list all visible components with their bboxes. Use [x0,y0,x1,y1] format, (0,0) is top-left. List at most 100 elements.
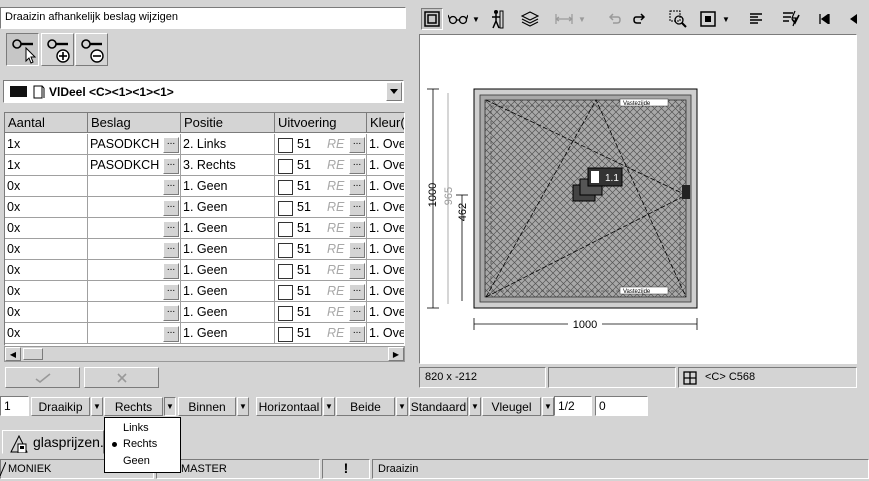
type-dropdown[interactable]: Draaikip [31,397,90,416]
direction-dropdown[interactable]: Binnen [178,397,236,416]
browse-button[interactable]: ... [349,284,365,300]
cell-positie[interactable]: 1. Geen [181,302,275,323]
cell-uitvoering[interactable]: ... 51 RE [275,197,367,218]
mode-select-button[interactable] [6,33,39,66]
cell-uitvoering[interactable]: ... 51 RE [275,281,367,302]
browse-button[interactable]: ... [163,221,179,237]
cell-uitvoering[interactable]: ... 51 RE [275,218,367,239]
drawing-canvas[interactable]: Vastezijde Vastezijde 1.1 1000 1000 965 … [419,34,857,364]
browse-button[interactable]: ... [163,158,179,174]
cell-positie[interactable]: 3. Rechts [181,155,275,176]
browse-button[interactable]: ... [163,200,179,216]
cell-aantal[interactable]: 1x [5,134,88,155]
browse-button[interactable]: ... [349,242,365,258]
horizontal-scrollbar[interactable]: ◀ ▶ [4,346,405,362]
color-checkbox[interactable] [278,201,293,216]
color-checkbox[interactable] [278,264,293,279]
side-dropdown-arrow[interactable]: ▼ [164,397,176,416]
scroll-left-button[interactable]: ◀ [5,347,21,361]
count-field[interactable]: 1 [0,396,29,416]
cell-aantal[interactable]: 0x [5,281,88,302]
frame-view-button[interactable] [421,8,443,30]
fraction-field[interactable]: 1/2 [554,396,592,416]
table-row[interactable]: 1x PASODKCH... 3. Rechts... 51 RE 1. Ove [5,155,404,176]
browse-button[interactable]: ... [349,179,365,195]
cell-aantal[interactable]: 0x [5,260,88,281]
cell-beslag[interactable]: ... [88,197,181,218]
cell-kleur[interactable]: 1. Ove [367,281,404,302]
cell-positie[interactable]: 1. Geen [181,218,275,239]
popup-item-rechts[interactable]: Rechts [123,438,157,450]
cell-uitvoering[interactable]: ... 51 RE [275,260,367,281]
cell-uitvoering[interactable]: ... 51 RE [275,155,367,176]
table-row[interactable]: 0x... 1. Geen... 51 RE 1. Ove [5,176,404,197]
cell-positie[interactable]: 2. Links [181,134,275,155]
cell-kleur[interactable]: 1. Ove [367,197,404,218]
browse-button[interactable]: ... [349,200,365,216]
cell-positie[interactable]: 1. Geen [181,260,275,281]
browse-button[interactable]: ... [163,326,179,342]
zoom-area-button[interactable] [667,8,689,30]
color-checkbox[interactable] [278,180,293,195]
table-row[interactable]: 1x PASODKCH... 2. Links... 51 RE 1. Ove [5,134,404,155]
checklist-button[interactable] [779,8,803,30]
cell-kleur[interactable]: 1. Ove [367,155,404,176]
scroll-thumb[interactable] [23,348,43,360]
cell-beslag[interactable]: ... [88,302,181,323]
center-dropdown-arrow[interactable]: ▼ [721,8,731,30]
table-row[interactable]: 0x... 1. Geen... 51 RE 1. Ove [5,218,404,239]
cell-positie[interactable]: 1. Geen [181,197,275,218]
color-checkbox[interactable] [278,306,293,321]
cell-kleur[interactable]: 1. Ove [367,218,404,239]
browse-button[interactable]: ... [349,158,365,174]
cell-beslag[interactable]: PASODKCH... [88,155,181,176]
cell-positie[interactable]: 1. Geen [181,176,275,197]
cell-positie[interactable]: 1. Geen [181,239,275,260]
cell-kleur[interactable]: 1. Ove [367,176,404,197]
ok-button[interactable] [5,367,80,388]
sash-dropdown[interactable]: Vleugel [482,397,541,416]
warning-icon[interactable]: ! [322,459,370,479]
cell-aantal[interactable]: 0x [5,323,88,344]
person-scale-button[interactable] [485,8,507,30]
color-checkbox[interactable] [278,222,293,237]
browse-button[interactable]: ... [349,326,365,342]
table-row[interactable]: 0x... 1. Geen... 51 RE 1. Ove [5,302,404,323]
cell-uitvoering[interactable]: ... 51 RE [275,302,367,323]
standard-dropdown-arrow[interactable]: ▼ [469,397,481,416]
element-selector[interactable]: VlDeel <C><1><1><1> [3,80,404,103]
browse-button[interactable]: ... [163,242,179,258]
table-row[interactable]: 0x... 1. Geen... 51 RE 1. Ove [5,197,404,218]
type-dropdown-arrow[interactable]: ▼ [91,397,103,416]
align-button[interactable] [745,8,767,30]
cell-kleur[interactable]: 1. Ove [367,323,404,344]
standard-dropdown[interactable]: Standaard [409,397,468,416]
cell-aantal[interactable]: 1x [5,155,88,176]
redo-button[interactable] [629,8,651,30]
mode-add-button[interactable] [41,33,74,66]
previous-button[interactable] [845,8,861,30]
sash-dropdown-arrow[interactable]: ▼ [542,397,554,416]
both-dropdown-arrow[interactable]: ▼ [396,397,408,416]
cell-uitvoering[interactable]: ... 51 RE [275,239,367,260]
cell-beslag[interactable]: ... [88,176,181,197]
table-row[interactable]: 0x... 1. Geen... 51 RE 1. Ove [5,323,404,344]
table-row[interactable]: 0x... 1. Geen... 51 RE 1. Ove [5,260,404,281]
layers-button[interactable] [519,8,541,30]
both-dropdown[interactable]: Beide [336,397,395,416]
mode-remove-button[interactable] [75,33,108,66]
cell-beslag[interactable]: ... [88,260,181,281]
center-view-button[interactable] [697,8,719,30]
undo-button[interactable] [603,8,625,30]
browse-button[interactable]: ... [349,221,365,237]
cell-positie[interactable]: 1. Geen [181,323,275,344]
cell-aantal[interactable]: 0x [5,239,88,260]
browse-button[interactable]: ... [163,179,179,195]
orientation-dropdown[interactable]: Horizontaal [256,397,322,416]
cell-beslag[interactable]: PASODKCH... [88,134,181,155]
column-header[interactable]: Positie [181,113,275,133]
cancel-button[interactable] [84,367,159,388]
cell-beslag[interactable]: ... [88,281,181,302]
browse-button[interactable]: ... [163,284,179,300]
direction-dropdown-arrow[interactable]: ▼ [237,397,249,416]
